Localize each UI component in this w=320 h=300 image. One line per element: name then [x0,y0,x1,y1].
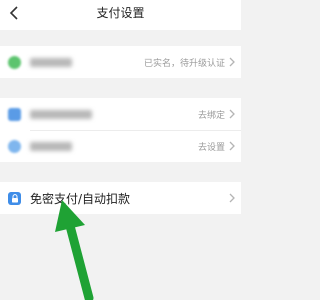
phone-icon [8,107,21,121]
password-free-payment-row[interactable]: 免密支付/自动扣款 [0,182,241,214]
chevron-right-icon [228,108,236,120]
chevron-right-icon [228,140,236,152]
page-title: 支付设置 [96,6,145,20]
nav-bar: 支付设置 [0,0,241,30]
setup-action-text: 去设置 [197,142,225,153]
blurred-label [30,57,72,67]
settings-group-identity: 已实名，待升级认证 [0,46,241,78]
bind-phone-row[interactable]: 去绑定 [0,98,241,130]
green-arrow-icon [55,200,94,300]
lock-icon [8,191,21,205]
blurred-label [30,109,92,119]
settings-group-security: 去绑定 去设置 [0,98,241,162]
settings-group-payment: 免密支付/自动扣款 [0,182,241,214]
bind-action-text: 去绑定 [197,110,225,121]
shield-icon [8,139,21,153]
security-setting-row[interactable]: 去设置 [0,130,241,162]
chevron-right-icon [228,192,236,204]
user-icon [8,55,21,69]
identity-verification-row[interactable]: 已实名，待升级认证 [0,46,241,78]
blurred-label [30,141,72,151]
chevron-right-icon [228,56,236,68]
identity-status-text: 已实名，待升级认证 [143,58,225,69]
